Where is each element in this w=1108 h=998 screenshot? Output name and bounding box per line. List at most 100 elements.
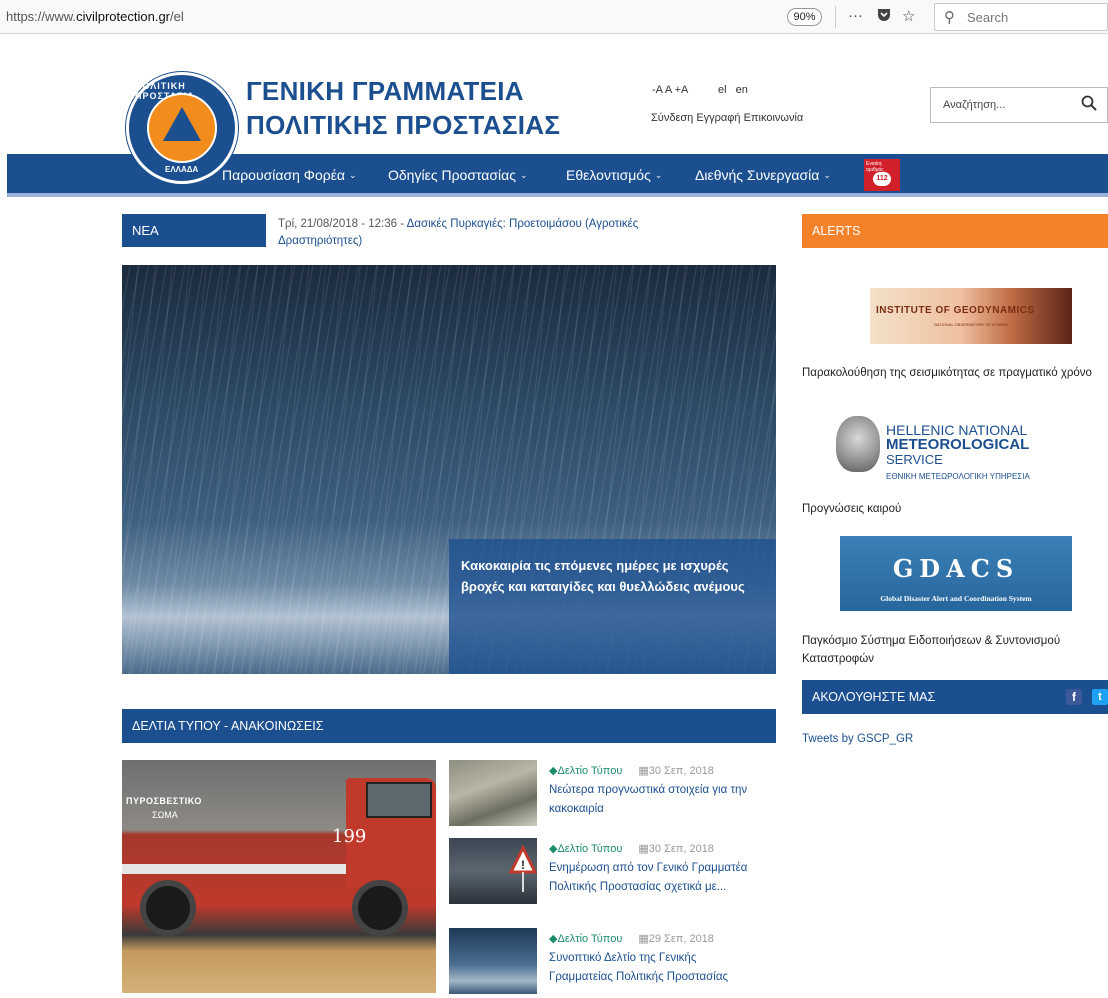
hnms-line4: ΕΘΝΙΚΗ ΜΕΤΕΩΡΟΛΟΓΙΚΗ ΥΠΗΡΕΣΙΑ <box>886 472 1030 481</box>
lang-el-link[interactable]: el <box>718 84 727 96</box>
press-item-title[interactable]: Ενημέρωση από τον Γενικό Γραμματέα Πολιτ… <box>549 859 759 897</box>
toolbar-divider <box>835 6 836 28</box>
contact-link[interactable]: Επικοινωνία <box>744 112 804 124</box>
press-item-category[interactable]: Δελτίο Τύπου <box>557 933 622 945</box>
press-item-date: ▦30 Σεπ, 2018 <box>638 765 714 777</box>
alerts-header: ALERTS <box>802 214 1108 248</box>
news-ticker[interactable]: Τρί, 21/08/2018 - 12:36 - Δασικές Πυρκαγ… <box>278 216 718 250</box>
site-title-line2: ΠΟΛΙΤΙΚΗΣ ΠΡΟΣΤΑΣΙΑΣ <box>246 110 561 140</box>
follow-us-header: ΑΚΟΛΟΥΘΗΣΤΕ ΜΑΣ <box>802 680 1108 714</box>
nav-item-label: Παρουσίαση Φορέα <box>222 167 346 183</box>
lang-en-link[interactable]: en <box>736 84 748 96</box>
browser-toolbar: https://www.civilprotection.gr/el 90% ··… <box>0 0 1108 34</box>
nav-item-label: Διεθνής Συνεργασία <box>695 167 820 183</box>
nav-item-label: Εθελοντισμός <box>566 167 651 183</box>
truck-wheel <box>140 880 196 936</box>
press-item-meta: ◆Δελτίο Τύπου ▦30 Σεπ, 2018 <box>549 842 714 855</box>
press-item-date-text: 29 Σεπ, 2018 <box>648 933 714 945</box>
site-title-line1: ΓΕΝΙΚΗ ΓΡΑΜΜΑΤΕΙΑ <box>246 76 524 106</box>
forecast-link[interactable]: Προγνώσεις καιρού <box>802 500 1102 518</box>
badge-number: 112 <box>873 172 891 186</box>
warning-sign-icon: ! <box>508 844 538 892</box>
press-item[interactable]: ! ◆Δελτίο Τύπου ▦30 Σεπ, 2018 Ενημέρωση α… <box>449 838 779 908</box>
gdacs-title: GDACS <box>892 554 1020 583</box>
svg-text:!: ! <box>521 858 525 872</box>
press-item-title[interactable]: Συνοπτικό Δελτίο της Γενικής Γραμματείας… <box>549 949 759 987</box>
hnms-logo-icon <box>836 416 880 472</box>
bookmark-star-icon[interactable]: ☆ <box>902 7 915 25</box>
truck-window <box>366 782 432 818</box>
facebook-icon[interactable]: f <box>1066 689 1082 705</box>
press-item-date: ▦30 Σεπ, 2018 <box>638 843 714 855</box>
calendar-icon: ▦ <box>638 765 649 777</box>
nav-item-label: Οδηγίες Προστασίας <box>388 167 516 183</box>
press-item[interactable]: ◆Δελτίο Τύπου ▦30 Σεπ, 2018 Νεώτερα προγν… <box>449 760 779 830</box>
site-title[interactable]: ΓΕΝΙΚΗ ΓΡΑΜΜΑΤΕΙΑ ΠΟΛΙΤΙΚΗΣ ΠΡΟΣΤΑΣΙΑΣ <box>246 74 560 142</box>
nav-item-protection-guides[interactable]: Οδηγίες Προστασίας ⌄ <box>388 167 528 183</box>
url-path: /el <box>170 9 184 24</box>
nav-item-presentation[interactable]: Παρουσίαση Φορέα ⌄ <box>222 167 357 183</box>
institute-subtitle: NATIONAL OBSERVATORY OF ATHENS <box>934 322 1008 327</box>
browser-search-box[interactable]: ⚲ Search <box>934 3 1108 31</box>
language-switcher: el en <box>718 84 748 96</box>
institute-geodynamics-banner[interactable]: INSTITUTE OF GEODYNAMICS NATIONAL OBSERV… <box>870 288 1072 344</box>
gdacs-link[interactable]: Παγκόσμιο Σύστημα Ειδοποιήσεων & Συντονι… <box>802 632 1102 668</box>
press-item[interactable]: ◆Δελτίο Τύπου ▦29 Σεπ, 2018 Συνοπτικό Δελ… <box>449 928 779 998</box>
chevron-down-icon: ⌄ <box>823 170 831 180</box>
hero-slider[interactable]: Κακοκαιρία τις επόμενες ημέρες με ισχυρέ… <box>122 265 776 674</box>
slide-caption[interactable]: Κακοκαιρία τις επόμενες ημέρες με ισχυρέ… <box>449 539 776 674</box>
press-item-category[interactable]: Δελτίο Τύπου <box>557 843 622 855</box>
chevron-down-icon: ⌄ <box>349 170 357 180</box>
chevron-down-icon: ⌄ <box>654 170 663 180</box>
url-prefix: https://www. <box>6 9 77 24</box>
nav-item-international[interactable]: Διεθνής Συνεργασία ⌄ <box>695 167 831 183</box>
address-bar[interactable]: https://www.civilprotection.gr/el <box>6 9 184 24</box>
register-link[interactable]: Εγγραφή <box>696 112 740 124</box>
hnms-banner[interactable]: HELLENIC NATIONAL METEOROLOGICAL SERVICE… <box>836 416 1076 488</box>
press-item-date: ▦29 Σεπ, 2018 <box>638 933 714 945</box>
logo-emblem <box>147 93 217 163</box>
press-item-date-text: 30 Σεπ, 2018 <box>648 765 714 777</box>
press-item-thumbnail[interactable]: ! <box>449 838 538 904</box>
gdacs-banner[interactable]: GDACS Global Disaster Alert and Coordina… <box>840 536 1072 611</box>
pocket-icon[interactable] <box>876 7 892 27</box>
hnms-line2: METEOROLOGICAL <box>886 436 1030 453</box>
news-label: ΝΕΑ <box>122 214 266 247</box>
calendar-icon: ▦ <box>638 933 649 945</box>
press-item-category[interactable]: Δελτίο Τύπου <box>557 765 622 777</box>
browser-search-placeholder: Search <box>967 10 1009 25</box>
zoom-indicator[interactable]: 90% <box>787 8 822 26</box>
more-actions-icon[interactable]: ··· <box>848 7 863 24</box>
ticker-date: Τρί, 21/08/2018 - 12:36 <box>278 218 398 230</box>
search-icon[interactable] <box>1081 95 1097 116</box>
hnms-line3: SERVICE <box>886 452 943 467</box>
truck-wheel <box>352 880 408 936</box>
seismic-link[interactable]: Παρακολούθηση της σεισμικότητας σε πραγμ… <box>802 364 1102 382</box>
press-item-meta: ◆Δελτίο Τύπου ▦29 Σεπ, 2018 <box>549 932 714 945</box>
nav-item-volunteering[interactable]: Εθελοντισμός ⌄ <box>566 167 662 183</box>
press-item-thumbnail[interactable] <box>449 928 537 994</box>
chevron-down-icon: ⌄ <box>519 170 528 180</box>
press-item-title[interactable]: Νεώτερα προγνωστικά στοιχεία για την κακ… <box>549 781 759 819</box>
truck-lettering: ΠΥΡΟΣΒΕΣΤΙΚΟ <box>126 796 202 806</box>
truck-number: 199 <box>332 826 367 847</box>
ticker-separator: - <box>397 218 407 230</box>
site-search-input[interactable]: Αναζήτηση... <box>930 87 1108 123</box>
site-logo[interactable]: ΠΟΛΙΤΙΚΗ ΠΡΟΣΤΑΣΙΑ ΕΛΛΑΔΑ <box>126 72 238 184</box>
gdacs-subtitle: Global Disaster Alert and Coordination S… <box>880 594 1032 603</box>
calendar-icon: ▦ <box>638 843 649 855</box>
slide-caption-text: Κακοκαιρία τις επόμενες ημέρες με ισχυρέ… <box>461 558 745 594</box>
tweets-link[interactable]: Tweets by GSCP_GR <box>802 733 913 745</box>
press-item-meta: ◆Δελτίο Τύπου ▦30 Σεπ, 2018 <box>549 764 714 777</box>
emergency-112-badge[interactable]: Ενιαίος αριθμός 112 <box>864 159 900 191</box>
font-size-controls[interactable]: -A A +A <box>652 84 688 96</box>
login-link[interactable]: Σύνδεση <box>651 112 693 124</box>
press-item-thumbnail[interactable] <box>449 760 537 826</box>
site-search-placeholder: Αναζήτηση... <box>943 99 1006 111</box>
search-icon: ⚲ <box>944 9 955 26</box>
twitter-icon[interactable]: t <box>1092 689 1108 705</box>
institute-title: INSTITUTE OF GEODYNAMICS <box>876 305 1035 316</box>
featured-press-image[interactable]: ΠΥΡΟΣΒΕΣΤΙΚΟ ΣΩΜΑ 199 <box>122 760 436 993</box>
logo-triangle-icon <box>163 107 201 141</box>
url-domain: civilprotection.gr <box>76 9 171 24</box>
